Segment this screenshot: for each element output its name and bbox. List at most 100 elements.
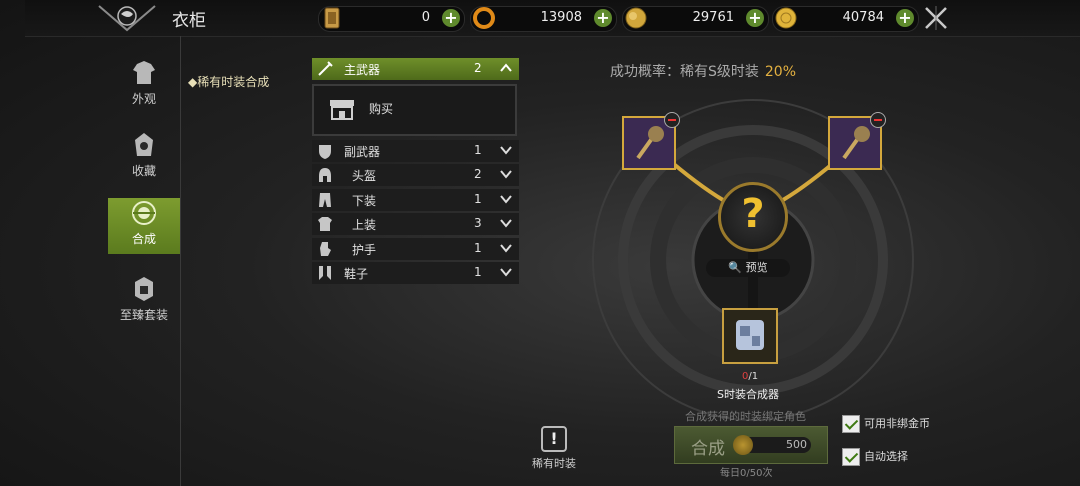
result-unknown: ? (718, 182, 788, 252)
buy-button[interactable]: 购买 (312, 84, 517, 136)
chevron-down-icon (500, 146, 512, 155)
orange-ring-icon (473, 7, 495, 29)
chevron-up-icon (500, 63, 512, 72)
shield-icon (319, 145, 331, 159)
add-gold-bag-button[interactable]: + (746, 9, 764, 27)
synthesize-label: 合成 (691, 439, 725, 459)
bullet-icon: ◆ (188, 75, 198, 89)
add-ticket-button[interactable]: + (442, 9, 460, 27)
currency-ticket: 0 + (318, 6, 465, 32)
gold-bag-icon (625, 7, 647, 29)
rate-value: 20% (764, 64, 797, 80)
nav-label: 至臻套装 (119, 308, 168, 322)
currency-gold-coin: 40784 + (772, 6, 919, 32)
category-count: 1 (474, 241, 482, 255)
category-label: 副武器 (344, 145, 381, 159)
preview-button[interactable]: 🔍 预览 (706, 259, 790, 277)
rare-costume-button[interactable]: ! 稀有时装 (527, 426, 581, 470)
currency-value: 40784 (842, 10, 884, 25)
success-rate: 成功概率：稀有S级时装 20% (610, 61, 796, 81)
category-label: 鞋子 (344, 267, 369, 281)
currency-value: 0 (421, 10, 430, 25)
category-label: 上装 (352, 218, 377, 232)
count-need: /1 (748, 371, 759, 382)
chevron-down-icon (500, 244, 512, 253)
currency-value: 13908 (540, 10, 582, 25)
category-count: 2 (474, 61, 482, 75)
material-slot-right[interactable] (828, 112, 886, 170)
rare-costume-label: 稀有时装 (532, 457, 576, 470)
rate-label: 成功概率：稀有S级时装 (610, 64, 759, 80)
checkbox-label: 自动选择 (864, 450, 908, 463)
use-unbound-gold-checkbox[interactable]: 可用非绑金币 (842, 415, 930, 433)
checkbox-checked-icon (842, 415, 860, 433)
category-chest[interactable]: 上装 3 (312, 213, 519, 235)
chest-armor-icon (318, 217, 332, 231)
category-label: 主武器 (344, 63, 381, 77)
preview-label: 预览 (745, 261, 768, 274)
currency-crystal: 13908 + (470, 6, 617, 32)
synthesis-cost: 500 (733, 435, 811, 455)
category-pants[interactable]: 下装 1 (312, 189, 519, 211)
category-count: 1 (474, 143, 482, 157)
category-label: 护手 (352, 243, 377, 257)
dragon-logo-icon (98, 5, 156, 32)
nav-label: 外观 (131, 92, 156, 106)
nav-label: 合成 (131, 232, 156, 246)
buy-label: 购买 (369, 102, 394, 116)
category-main-weapon[interactable]: 主武器 2 (312, 58, 519, 80)
category-boots[interactable]: 鞋子 1 (312, 262, 519, 284)
category-helmet[interactable]: 头盔 2 (312, 164, 519, 186)
category-count: 1 (474, 192, 482, 206)
category-count: 2 (474, 167, 482, 181)
shop-icon (330, 100, 354, 120)
synthesizer-cube-icon (736, 320, 764, 350)
category-secondary-weapon[interactable]: 副武器 1 (312, 140, 519, 162)
nav-divider (180, 36, 181, 486)
checkbox-label: 可用非绑金币 (864, 417, 930, 430)
question-mark-icon: ? (741, 191, 765, 237)
chevron-down-icon (500, 268, 512, 277)
armor-icon (133, 61, 155, 84)
category-count: 3 (474, 216, 482, 230)
cost-value: 500 (786, 438, 807, 451)
material-slot-left[interactable] (622, 112, 680, 170)
nav-label: 收藏 (131, 164, 156, 178)
chevron-down-icon (500, 170, 512, 179)
synthesize-button[interactable]: 合成 500 (674, 426, 828, 464)
search-icon: 🔍 (728, 261, 743, 274)
add-crystal-button[interactable]: + (594, 9, 612, 27)
add-gold-coin-button[interactable]: + (896, 9, 914, 27)
helmet-icon (319, 168, 331, 182)
boots-icon (319, 266, 331, 280)
subnav-label: 稀有时装合成 (197, 75, 270, 89)
synthesis-icon (132, 201, 156, 225)
chevron-down-icon (500, 195, 512, 204)
close-icon[interactable] (922, 4, 950, 32)
chevron-down-icon (500, 219, 512, 228)
gold-coin-icon (733, 435, 753, 455)
subnav-rare-synthesis[interactable]: ◆稀有时装合成 (188, 73, 269, 90)
category-gauntlet[interactable]: 护手 1 (312, 238, 519, 260)
ticket-card-icon (324, 7, 340, 29)
set-armor-icon (135, 277, 153, 301)
page-title: 衣柜 (172, 11, 206, 31)
nav-item-collection[interactable]: 收藏 (108, 130, 180, 186)
material-count: 0/1 (742, 371, 758, 382)
remove-left-button[interactable] (664, 112, 680, 128)
category-label: 下装 (352, 194, 377, 208)
currency-gold-bag: 29761 + (622, 6, 769, 32)
exclamation-icon: ! (541, 426, 567, 452)
remove-right-button[interactable] (870, 112, 886, 128)
category-label: 头盔 (352, 169, 377, 183)
synthesizer-slot[interactable] (722, 308, 778, 364)
nav-item-set-armor[interactable]: 至臻套装 (108, 274, 180, 330)
nav-item-synthesis[interactable]: 合成 (108, 198, 180, 254)
nav-item-appearance[interactable]: 外观 (108, 58, 180, 114)
pants-icon (319, 193, 331, 207)
checkbox-checked-icon (842, 448, 860, 466)
daily-limit: 每日0/50次 (720, 468, 773, 479)
auto-select-checkbox[interactable]: 自动选择 (842, 448, 908, 466)
material-name: S时装合成器 (717, 388, 779, 401)
sword-icon (318, 61, 333, 76)
